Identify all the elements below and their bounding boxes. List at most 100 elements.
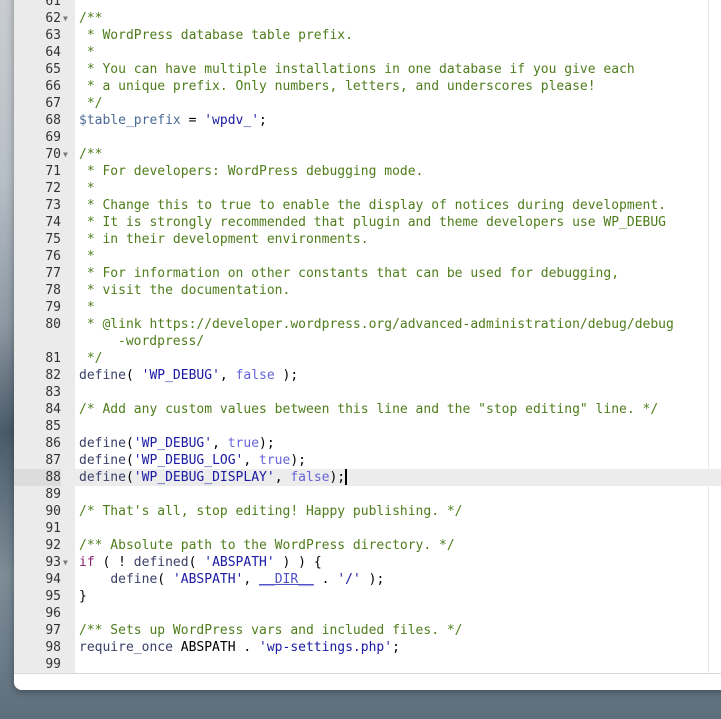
code-line[interactable]: 76 * [14, 248, 721, 265]
code-text: * [79, 180, 95, 197]
code-line[interactable]: 86 define('WP_DEBUG', true); [14, 435, 721, 452]
line-number: 68 [45, 113, 61, 128]
token-string: '/' [337, 572, 361, 587]
token-comment: /** [79, 147, 103, 162]
code-line[interactable]: 71 * For developers: WordPress debugging… [14, 163, 721, 180]
code-line[interactable]: 95} [14, 588, 721, 605]
code-text: /** Absolute path to the WordPress direc… [79, 537, 455, 554]
code-text: * WordPress database table prefix. [79, 27, 353, 44]
token-comment: /** Absolute path to the WordPress direc… [79, 538, 455, 553]
line-number: 62 [45, 11, 61, 26]
code-line[interactable]: 83 [14, 384, 721, 401]
code-line-wrap[interactable]: -wordpress/ [14, 333, 721, 350]
token-plain: ( [125, 368, 142, 383]
code-line[interactable]: 80 * @link https://developer.wordpress.o… [14, 316, 721, 333]
token-comment: * @link https://developer.wordpress.org/… [79, 317, 674, 332]
code-line[interactable]: 70 ▼ /** [14, 146, 721, 163]
code-line[interactable]: 69 [14, 129, 721, 146]
line-number: 61 [45, 0, 61, 9]
code-text: * visit the documentation. [79, 282, 291, 299]
line-number: 84 [45, 402, 61, 417]
line-number: 96 [45, 606, 61, 621]
token-comment: * You can have multiple installations in… [79, 62, 635, 77]
token-comment: * a unique prefix. Only numbers, letters… [79, 79, 596, 94]
code-text: * [79, 44, 95, 61]
token-string: 'WP_DEBUG_LOG' [133, 453, 244, 468]
code-line[interactable]: 93 ▼ if ( ! defined( 'ABSPATH' ) ) { [14, 554, 721, 571]
code-line[interactable]: 78 * visit the documentation. [14, 282, 721, 299]
token-comment: * For developers: WordPress debugging mo… [79, 164, 424, 179]
code-text: /** [79, 10, 102, 27]
code-line[interactable]: 73 * Change this to true to enable the d… [14, 197, 721, 214]
code-line[interactable]: 91 [14, 520, 721, 537]
token-fn: defined [133, 555, 189, 570]
code-editor[interactable]: 61 62 ▼/** 63 * WordPress database table pr… [14, 0, 721, 674]
code-line[interactable]: 87 define('WP_DEBUG_LOG', true); [14, 452, 721, 469]
code-line[interactable]: 81 */ [14, 350, 721, 367]
fold-arrow-icon[interactable]: ▼ [63, 554, 73, 571]
line-number: 65 [45, 62, 61, 77]
token-string: 'wp-settings.php' [259, 640, 393, 655]
token-plain: , [212, 436, 228, 451]
code-line[interactable]: 74 * It is strongly recommended that plu… [14, 214, 721, 231]
code-line[interactable]: 62 ▼ /** [14, 10, 721, 27]
code-line[interactable]: 89 [14, 486, 721, 503]
token-plain: ( [188, 555, 205, 570]
code-line[interactable]: 64 * [14, 44, 721, 61]
code-text: * a unique prefix. Only numbers, letters… [79, 78, 596, 95]
code-line[interactable]: 88 define('WP_DEBUG_DISPLAY', false); [14, 469, 721, 486]
line-number: 73 [45, 198, 61, 213]
code-text: * Change this to true to enable the disp… [79, 197, 666, 214]
line-number: 83 [45, 385, 61, 400]
token-comment: * For information on other constants tha… [79, 266, 620, 281]
code-line[interactable]: 61 [14, 0, 721, 10]
token-comment: */ [79, 351, 103, 366]
code-line[interactable]: 79 * [14, 299, 721, 316]
token-comment: -wordpress/ [118, 334, 205, 349]
token-fn: define [79, 453, 126, 468]
code-text: */ [79, 95, 103, 112]
code-text: if ( ! defined( 'ABSPATH' ) ) { [79, 554, 322, 571]
code-line[interactable]: 84 /* Add any custom values between this … [14, 401, 721, 418]
fold-arrow-icon[interactable]: ▼ [63, 10, 73, 27]
code-line[interactable]: 77 * For information on other constants … [14, 265, 721, 282]
editor-footer [14, 674, 721, 690]
code-line[interactable]: 97 /** Sets up WordPress vars and include… [14, 622, 721, 639]
token-plain: ( [157, 572, 173, 587]
code-line[interactable]: 68 $table_prefix = 'wpdv_'; [14, 112, 721, 129]
code-line[interactable]: 90 /* That's all, stop editing! Happy pub… [14, 503, 721, 520]
code-line[interactable]: 98 require_once ABSPATH . 'wp-settings.ph… [14, 639, 721, 656]
code-line[interactable]: 66 * a unique prefix. Only numbers, lett… [14, 78, 721, 95]
token-comment: * [79, 45, 95, 60]
token-const: true [259, 453, 291, 468]
code-line[interactable]: 67 */ [14, 95, 721, 112]
code-line[interactable]: 82 define( 'WP_DEBUG', false ); [14, 367, 721, 384]
token-plain: ) ) { [274, 555, 322, 570]
code-line[interactable]: 94 define( 'ABSPATH', __DIR__ . '/' ); [14, 571, 721, 588]
line-number: 64 [45, 45, 61, 60]
line-number: 67 [45, 96, 61, 111]
code-line[interactable]: 96 [14, 605, 721, 622]
code-text: * [79, 299, 95, 316]
code-text: * It is strongly recommended that plugin… [79, 214, 666, 231]
line-number: 80 [45, 317, 61, 332]
token-plain: ; [259, 113, 267, 128]
code-line[interactable]: 72 * [14, 180, 721, 197]
code-line[interactable]: 99 [14, 656, 721, 673]
token-plain: ); [329, 470, 346, 485]
line-number: 81 [45, 351, 61, 366]
token-plain: , [243, 572, 260, 587]
code-line[interactable]: 92 /** Absolute path to the WordPress dir… [14, 537, 721, 554]
fold-arrow-icon[interactable]: ▼ [63, 146, 73, 163]
token-plain: = [180, 113, 205, 128]
token-kw: if [79, 555, 95, 570]
code-line[interactable]: 75 * in their development environments. [14, 231, 721, 248]
code-line[interactable]: 65 * You can have multiple installations… [14, 61, 721, 78]
token-fn: define [79, 470, 126, 485]
token-comment: /* Add any custom values between this li… [79, 402, 659, 417]
line-number: 88 [14, 469, 61, 486]
code-line[interactable]: 85 [14, 418, 721, 435]
line-number: 89 [45, 487, 61, 502]
code-line[interactable]: 63 * WordPress database table prefix. [14, 27, 721, 44]
